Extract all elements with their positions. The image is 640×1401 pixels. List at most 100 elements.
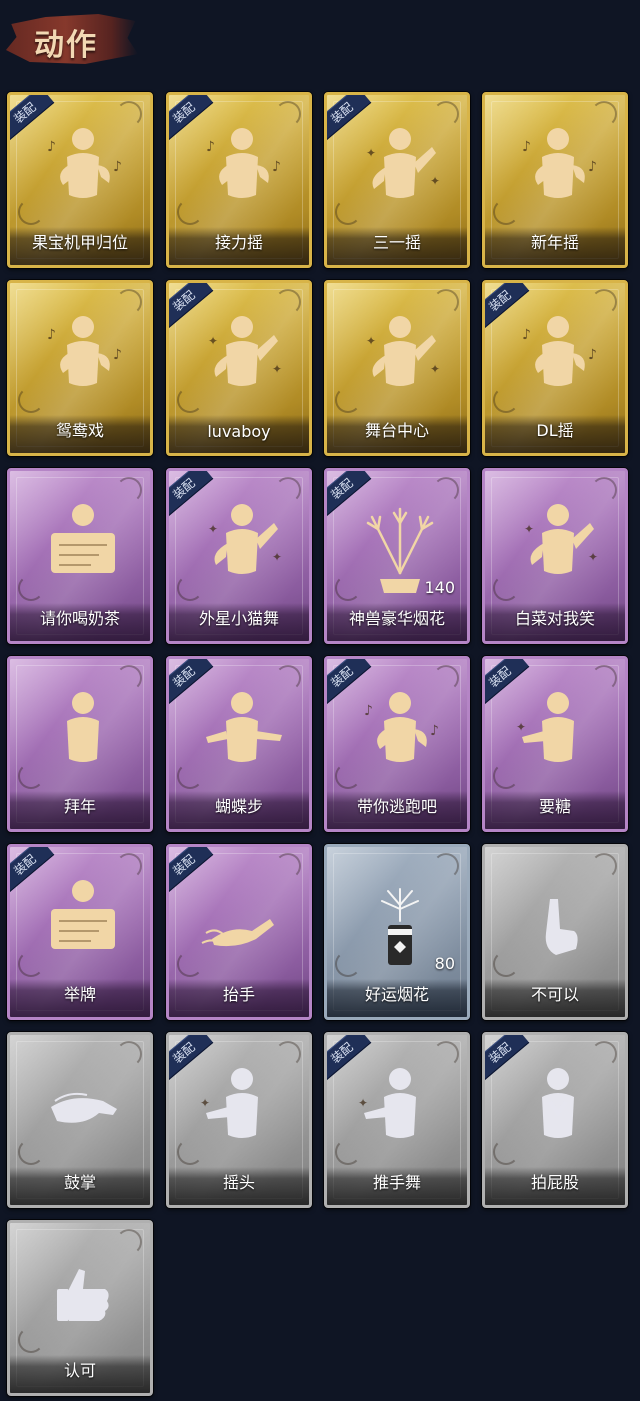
- emote-card[interactable]: ♪ ♪ 果宝机甲归位 装配: [7, 92, 153, 268]
- thumbs-up-icon: [57, 1269, 109, 1321]
- figure-music-icon: ♪♪: [47, 316, 122, 386]
- emote-name: 摇头: [222, 1173, 255, 1192]
- item-count: 140: [424, 578, 455, 597]
- svg-text:♪: ♪: [113, 347, 122, 363]
- emote-name: 神兽豪华烟花: [348, 609, 445, 628]
- emote-name: 认可: [63, 1361, 96, 1380]
- svg-text:♪: ♪: [522, 139, 531, 155]
- emote-name: 果宝机甲归位: [31, 233, 128, 252]
- svg-text:✦: ✦: [430, 362, 440, 376]
- equipped-tag-container: 装配: [169, 471, 219, 521]
- svg-text:✦: ✦: [366, 334, 376, 348]
- emote-card[interactable]: 拍屁股 装配: [482, 1032, 628, 1208]
- equipped-badge: 装配: [169, 659, 214, 705]
- emote-card[interactable]: ♪ ♪ DL摇 装配: [482, 280, 628, 456]
- emote-card[interactable]: ✦ ✦ 外星小猫舞 装配: [166, 468, 312, 644]
- emote-card[interactable]: 蝴蝶步 装配: [166, 656, 312, 832]
- equipped-tag-container: 装配: [169, 95, 219, 145]
- emote-card[interactable]: 举牌 装配: [7, 844, 153, 1020]
- equipped-badge: 装配: [10, 847, 55, 893]
- svg-text:♪: ♪: [430, 723, 439, 739]
- svg-text:✦: ✦: [272, 550, 282, 564]
- equipped-badge: 装配: [169, 95, 214, 141]
- emote-name: DL摇: [536, 421, 574, 440]
- emote-card[interactable]: ♪ ♪ 鸳鸯戏: [7, 280, 153, 456]
- clap-icon: [51, 1092, 117, 1123]
- svg-text:✦: ✦: [366, 146, 376, 160]
- svg-text:✦: ✦: [208, 334, 218, 348]
- svg-text:✦: ✦: [588, 550, 598, 564]
- emote-card[interactable]: 不可以: [482, 844, 628, 1020]
- equipped-badge: 装配: [327, 659, 372, 705]
- emote-name: 蝴蝶步: [214, 797, 263, 816]
- svg-text:♪: ♪: [588, 159, 597, 175]
- emote-name: 接力摇: [214, 233, 263, 252]
- emote-name: 拍屁股: [530, 1173, 579, 1192]
- figure-bow-icon: [67, 692, 99, 762]
- emote-name: 推手舞: [372, 1173, 421, 1192]
- emote-card[interactable]: ♪ ♪ 接力摇 装配: [166, 92, 312, 268]
- svg-text:✦: ✦: [272, 362, 282, 376]
- equipped-badge: 装配: [327, 471, 372, 517]
- svg-text:♪: ♪: [47, 327, 56, 343]
- emote-card[interactable]: ✦ 推手舞 装配: [324, 1032, 470, 1208]
- emote-card[interactable]: 80 好运烟花: [324, 844, 470, 1020]
- figure-sparkle-icon: ✦✦: [366, 316, 440, 386]
- equipped-tag-container: 装配: [485, 1035, 535, 1085]
- emote-name: 舞台中心: [364, 421, 429, 440]
- equipped-tag-container: 装配: [169, 847, 219, 897]
- emote-name: 抬手: [222, 985, 255, 1004]
- svg-text:✦: ✦: [516, 720, 526, 734]
- equipped-tag-container: 装配: [169, 659, 219, 709]
- emote-card[interactable]: 抬手 装配: [166, 844, 312, 1020]
- equipped-badge: 装配: [169, 471, 214, 517]
- emote-card[interactable]: ✦ ✦ 三一摇 装配: [324, 92, 470, 268]
- emote-card[interactable]: ✦ ✦ 白菜对我笑: [482, 468, 628, 644]
- emote-name: 新年摇: [530, 233, 579, 252]
- figure-music-icon: ♪♪: [522, 128, 597, 198]
- emote-card[interactable]: 拜年: [7, 656, 153, 832]
- emote-name: 要糖: [538, 797, 571, 816]
- equipped-tag-container: 装配: [327, 659, 377, 709]
- svg-text:♪: ♪: [588, 347, 597, 363]
- equipped-tag-container: 装配: [485, 659, 535, 709]
- equipped-badge: 装配: [485, 1035, 530, 1081]
- emote-card[interactable]: ✦ ✦ luvaboy 装配: [166, 280, 312, 456]
- emote-name: 举牌: [63, 985, 96, 1004]
- equipped-badge: 装配: [169, 1035, 214, 1081]
- equipped-badge: 装配: [327, 1035, 372, 1081]
- equipped-badge: 装配: [485, 659, 530, 705]
- emote-card[interactable]: ♪ ♪ 新年摇: [482, 92, 628, 268]
- equipped-badge: 装配: [485, 283, 530, 329]
- emote-name: 带你逃跑吧: [356, 797, 437, 816]
- emote-name: 不可以: [530, 985, 579, 1004]
- equipped-tag-container: 装配: [169, 283, 219, 333]
- equipped-tag-container: 装配: [327, 95, 377, 145]
- emote-name: 白菜对我笑: [514, 609, 595, 628]
- equipped-badge: 装配: [169, 847, 214, 893]
- emote-name: 鼓掌: [63, 1173, 96, 1192]
- finger-wag-icon: [545, 899, 578, 955]
- svg-text:✦: ✦: [358, 1096, 368, 1110]
- svg-text:✦: ✦: [524, 522, 534, 536]
- emote-card[interactable]: ✦ ✦ 舞台中心: [324, 280, 470, 456]
- equipped-tag-container: 装配: [485, 283, 535, 333]
- emote-name: 好运烟花: [364, 985, 429, 1004]
- emote-name: luvaboy: [207, 422, 271, 441]
- figure-sign-icon: [51, 504, 115, 573]
- equipped-tag-container: 装配: [327, 1035, 377, 1085]
- equipped-badge: 装配: [169, 283, 214, 329]
- equipped-tag-container: 装配: [10, 95, 60, 145]
- figure-sparkle-icon: ✦✦: [524, 504, 598, 574]
- emote-card[interactable]: ✦ 摇头 装配: [166, 1032, 312, 1208]
- emote-card[interactable]: ✦ 要糖 装配: [482, 656, 628, 832]
- emote-card[interactable]: 认可: [7, 1220, 153, 1396]
- emote-card[interactable]: 鼓掌: [7, 1032, 153, 1208]
- emote-card[interactable]: 请你喝奶茶: [7, 468, 153, 644]
- svg-text:✦: ✦: [208, 522, 218, 536]
- emote-name: 外星小猫舞: [198, 609, 279, 628]
- emote-card[interactable]: ♪ ♪ 带你逃跑吧 装配: [324, 656, 470, 832]
- equipped-tag-container: 装配: [327, 471, 377, 521]
- emote-card[interactable]: 140 神兽豪华烟花 装配: [324, 468, 470, 644]
- emote-name: 请你喝奶茶: [39, 609, 120, 628]
